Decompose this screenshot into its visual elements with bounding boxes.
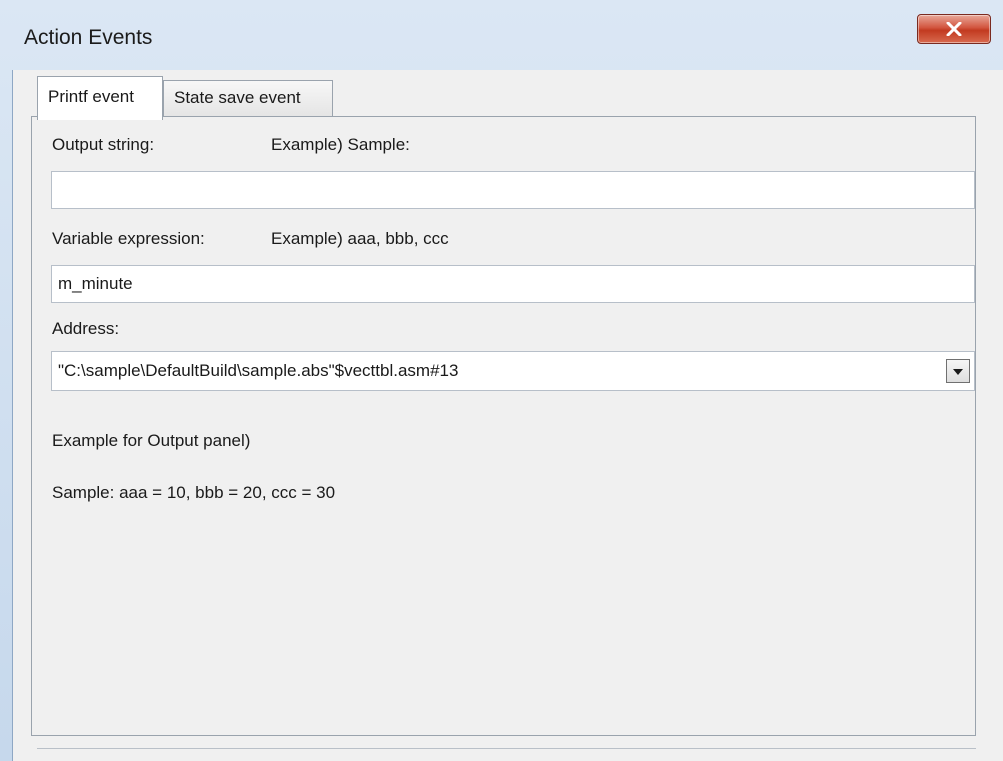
close-icon — [946, 22, 962, 36]
tab-state-save-event[interactable]: State save event — [163, 80, 333, 116]
output-string-example: Example) Sample: — [271, 135, 410, 154]
close-button[interactable] — [917, 14, 991, 44]
variable-expression-label: Variable expression: — [52, 229, 205, 248]
title-bar: Action Events — [0, 0, 1003, 72]
output-panel-example-label: Example for Output panel) — [52, 431, 251, 450]
variable-expression-input[interactable]: m_minute — [51, 265, 975, 303]
chevron-down-icon — [953, 362, 963, 380]
address-label: Address: — [52, 319, 120, 338]
address-combobox[interactable]: "C:\sample\DefaultBuild\sample.abs"$vect… — [51, 351, 975, 391]
printf-event-panel: Output string: Example) Sample: Variable… — [31, 116, 976, 736]
address-dropdown-button[interactable] — [946, 359, 970, 383]
output-string-label: Output string: — [52, 135, 155, 154]
tab-printf-event[interactable]: Printf event — [37, 76, 163, 120]
window-title: Action Events — [24, 26, 153, 49]
dialog-client-area: Printf event State save event Output str… — [12, 70, 1003, 761]
dialog-window: Action Events Printf event State save ev… — [0, 0, 1003, 761]
variable-expression-example: Example) aaa, bbb, ccc — [271, 229, 449, 248]
output-panel-example-text: Sample: aaa = 10, bbb = 20, ccc = 30 — [52, 483, 336, 502]
bottom-divider — [37, 748, 976, 749]
output-string-input[interactable] — [51, 171, 975, 209]
address-value: "C:\sample\DefaultBuild\sample.abs"$vect… — [58, 361, 459, 380]
